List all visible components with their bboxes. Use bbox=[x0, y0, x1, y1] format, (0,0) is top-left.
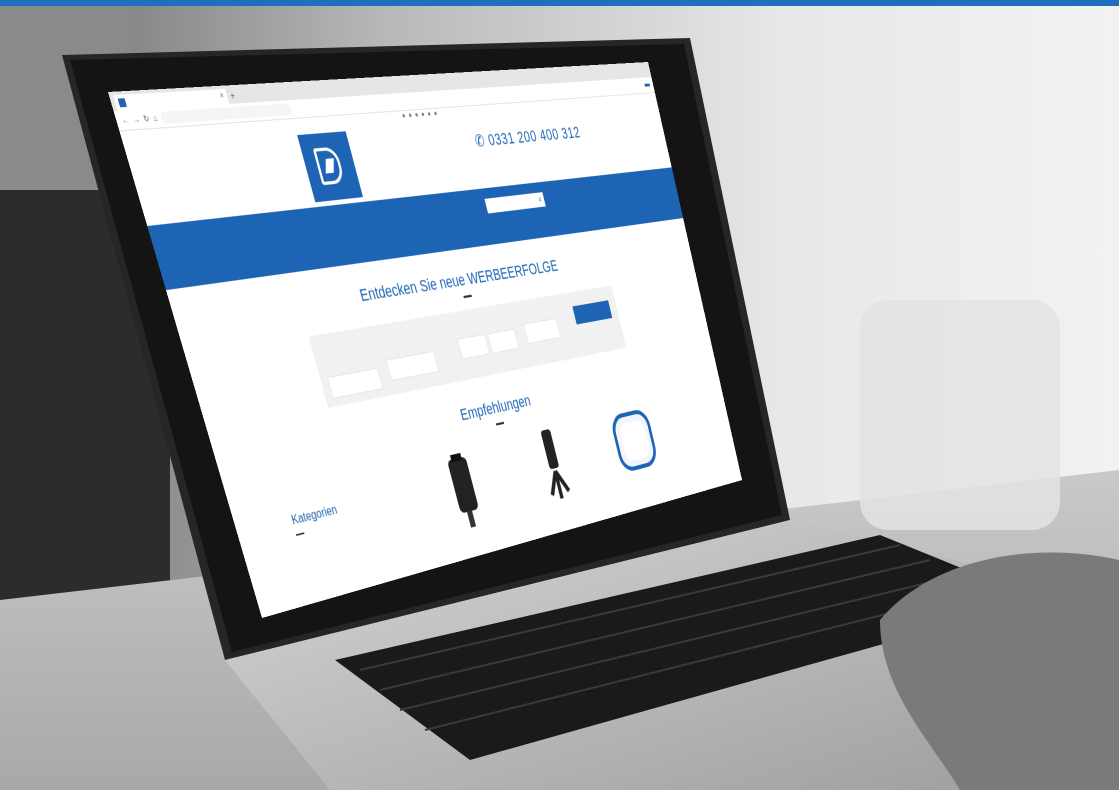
header-utilities bbox=[644, 83, 651, 87]
car-holder-icon[interactable] bbox=[418, 443, 509, 539]
search-icon[interactable]: ⌕ bbox=[537, 192, 543, 207]
filter-submit-button[interactable] bbox=[572, 300, 613, 325]
phone-number: ✆ 0331 200 400 312 bbox=[472, 122, 582, 151]
back-icon[interactable]: ← bbox=[121, 115, 131, 125]
forward-icon[interactable]: → bbox=[131, 115, 141, 125]
filter-field-1[interactable] bbox=[327, 367, 384, 399]
search-input[interactable]: ⌕ bbox=[484, 192, 546, 214]
title-divider bbox=[463, 294, 472, 299]
car-holder-icon[interactable] bbox=[514, 422, 597, 514]
home-icon[interactable]: ⌂ bbox=[152, 113, 159, 123]
categories-title: Kategorien bbox=[290, 503, 339, 528]
close-icon[interactable]: × bbox=[218, 89, 226, 104]
register-button[interactable] bbox=[644, 83, 651, 87]
logo-icon[interactable] bbox=[297, 131, 364, 203]
reload-icon[interactable]: ↻ bbox=[142, 114, 150, 124]
top-accent-bar bbox=[0, 0, 1119, 6]
title-divider bbox=[295, 532, 305, 536]
filter-min-field[interactable] bbox=[457, 333, 491, 360]
charger-icon[interactable] bbox=[597, 404, 674, 492]
filter-max-field[interactable] bbox=[487, 328, 520, 354]
filter-select[interactable] bbox=[523, 318, 561, 344]
glass-object bbox=[860, 300, 1060, 530]
title-divider bbox=[495, 421, 505, 426]
social-icon[interactable]: ● bbox=[433, 109, 441, 118]
filter-field-2[interactable] bbox=[385, 351, 439, 381]
